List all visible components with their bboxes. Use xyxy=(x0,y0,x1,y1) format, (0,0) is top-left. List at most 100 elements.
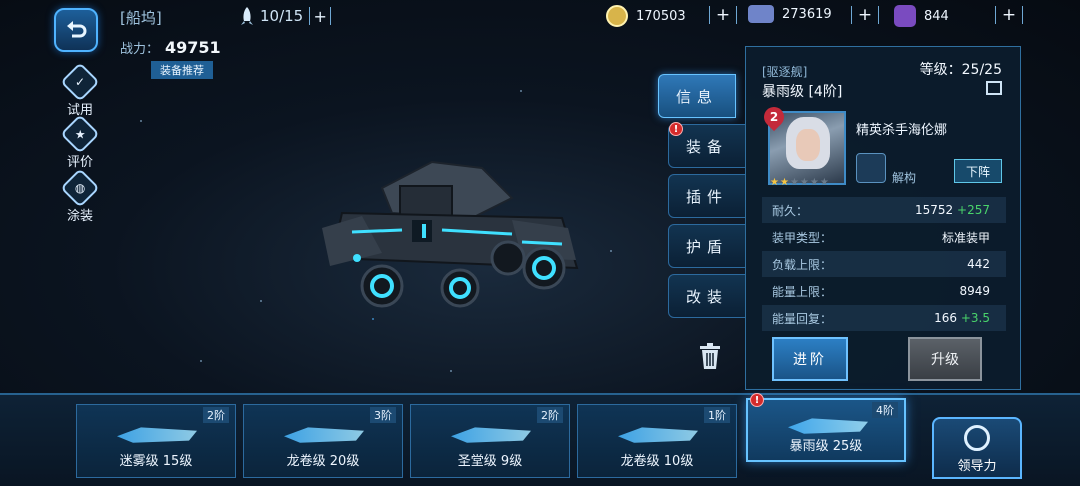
ship-thumbnail xyxy=(618,427,698,443)
dock-title: [船坞] xyxy=(120,9,162,27)
stat-row-energy-limit: 能量上限： 8949 xyxy=(762,278,1006,304)
ship-card-name: 龙卷级 20级 xyxy=(286,454,360,469)
trash-icon[interactable] xyxy=(698,342,722,374)
ship-tier: 2阶 xyxy=(203,407,229,423)
ship-thumbnail xyxy=(117,427,197,443)
ship-card-name: 迷雾级 15级 xyxy=(119,454,193,469)
gem-resource: 844 xyxy=(894,5,949,27)
leadership-label: 领导力 xyxy=(957,459,997,474)
stat-value: 8949 xyxy=(959,284,990,298)
upgrade-button[interactable]: 升级 xyxy=(908,337,982,381)
add-ship-slot-button[interactable]: + xyxy=(309,7,332,26)
ship-card-name: 圣堂级 9级 xyxy=(457,454,523,469)
gold-resource: 170503 xyxy=(606,5,686,27)
crystal-icon xyxy=(748,5,774,23)
crystal-resource: 273619 xyxy=(748,5,832,23)
ship-type: [驱逐舰] xyxy=(762,65,808,79)
star xyxy=(372,318,374,320)
stat-row-load-limit: 负载上限： 442 xyxy=(762,251,1006,277)
star xyxy=(520,90,522,92)
star xyxy=(200,360,202,362)
spray-can-icon: ◍ xyxy=(60,168,100,208)
stat-label: 装甲类型： xyxy=(772,230,833,245)
stat-bonus: +3.5 xyxy=(960,311,990,325)
review-icon: ★ xyxy=(60,114,100,154)
stat-label: 负载上限： xyxy=(772,257,833,272)
rocket-icon xyxy=(241,7,253,25)
ship-thumbnail xyxy=(788,418,868,434)
fleet-ship-card-selected[interactable]: 4阶 暴雨级 25级 xyxy=(746,398,906,462)
fleet-ship-card[interactable]: 3阶 龙卷级 20级 xyxy=(243,404,403,478)
ship-tier: 2阶 xyxy=(537,407,563,423)
ship-thumbnail xyxy=(451,427,531,443)
fleet-ship-card[interactable]: 2阶 圣堂级 9级 xyxy=(410,404,570,478)
trial-button[interactable]: ✓ 试用 xyxy=(60,62,100,118)
combat-power-label: 战力： xyxy=(120,42,160,57)
paint-button[interactable]: ◍ 涂装 xyxy=(60,168,100,224)
tab-info[interactable]: 信息 xyxy=(658,74,736,118)
stat-row-energy-regen: 能量回复： 166 +3.5 xyxy=(762,305,1006,331)
ship-thumbnail xyxy=(284,427,364,443)
dismantle-icon[interactable] xyxy=(856,153,886,183)
review-label: 评价 xyxy=(66,155,93,170)
star xyxy=(260,300,262,302)
trial-label: 试用 xyxy=(66,103,93,118)
advance-button[interactable]: 进阶 xyxy=(772,337,848,381)
captain-name: 精英杀手海伦娜 xyxy=(856,123,948,138)
fleet-ship-card[interactable]: 2阶 迷雾级 15级 xyxy=(76,404,236,478)
add-gem-button[interactable]: + xyxy=(995,5,1023,25)
stat-row-armor-type: 装甲类型： 标准装甲 xyxy=(762,224,1006,250)
tab-plugin[interactable]: 插件 xyxy=(668,174,746,218)
paint-label: 涂装 xyxy=(66,209,93,224)
review-button[interactable]: ★ 评价 xyxy=(60,114,100,170)
captain-level-value: 2 xyxy=(769,110,779,124)
stat-row-durability: 耐久： 15752 +257 xyxy=(762,197,1006,223)
fleet-alert-icon: ! xyxy=(750,393,764,407)
edit-icon[interactable] xyxy=(986,81,1002,95)
gem-icon xyxy=(894,5,916,27)
add-gold-button[interactable]: + xyxy=(709,5,737,25)
stat-label: 能量回复： xyxy=(772,311,833,326)
combat-power: 战力： 49751 xyxy=(120,38,221,57)
stat-label: 耐久： xyxy=(772,203,809,218)
tab-shield[interactable]: 护盾 xyxy=(668,224,746,268)
stat-base: 166 xyxy=(934,311,958,325)
stat-base: 15752 xyxy=(915,203,954,217)
stat-label: 能量上限： xyxy=(772,284,833,299)
avatar-face xyxy=(796,129,820,161)
ship-info-panel: [驱逐舰] 暴雨级 [4阶] 等级：25/25 2 ★★★★★★ 精英杀手海伦娜… xyxy=(745,46,1021,390)
back-button[interactable] xyxy=(54,8,98,52)
ship-tier: 1阶 xyxy=(704,407,730,423)
stat-bonus: +257 xyxy=(957,203,990,217)
stat-value: 标准装甲 xyxy=(941,230,990,245)
star xyxy=(140,120,142,122)
star xyxy=(610,250,612,252)
captain-level-badge: 2 xyxy=(759,102,789,132)
gauge-icon xyxy=(964,425,990,451)
ship-card-name: 龙卷级 10级 xyxy=(620,454,694,469)
ship-tier: 4阶 xyxy=(872,402,898,418)
stat-value: 166 +3.5 xyxy=(934,311,996,325)
ship-name: 暴雨级 [4阶] xyxy=(762,84,843,100)
add-crystal-button[interactable]: + xyxy=(851,5,879,25)
equip-recommend-button[interactable]: 装备推荐 xyxy=(151,61,213,79)
tab-modify[interactable]: 改装 xyxy=(668,274,746,318)
star xyxy=(450,370,452,372)
leadership-button[interactable]: 领导力 xyxy=(932,417,1022,479)
crystal-value: 273619 xyxy=(782,6,832,22)
fleet-ship-card[interactable]: 1阶 龙卷级 10级 xyxy=(577,404,737,478)
checkbox-icon: ✓ xyxy=(60,62,100,102)
ship-level: 等级：25/25 xyxy=(919,62,1002,78)
combat-power-value: 49751 xyxy=(165,38,221,57)
gold-value: 170503 xyxy=(636,8,686,24)
ship-model xyxy=(322,160,579,308)
captain-stars: ★★★★★★ xyxy=(770,177,830,188)
dismantle-label: 解构 xyxy=(892,171,917,185)
gold-coin-icon xyxy=(606,5,628,27)
ship-count-value: 10/15 xyxy=(260,7,304,25)
stat-value: 15752 +257 xyxy=(915,203,996,217)
return-icon xyxy=(67,21,87,38)
stat-value: 442 xyxy=(967,257,990,271)
ship-tier: 3阶 xyxy=(370,407,396,423)
unassign-button[interactable]: 下阵 xyxy=(954,159,1002,183)
